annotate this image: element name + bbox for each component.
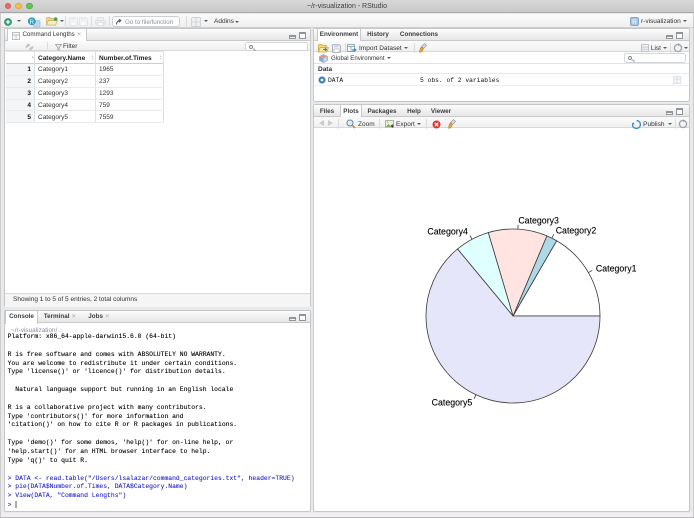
svg-text:Category3: Category3 <box>518 216 559 226</box>
svg-text:Category1: Category1 <box>596 263 637 273</box>
svg-text:Category2: Category2 <box>556 225 597 235</box>
svg-text:Category5: Category5 <box>432 398 473 408</box>
svg-text:R: R <box>30 19 35 25</box>
svg-text:Category4: Category4 <box>427 227 468 237</box>
svg-text:R: R <box>632 19 637 26</box>
